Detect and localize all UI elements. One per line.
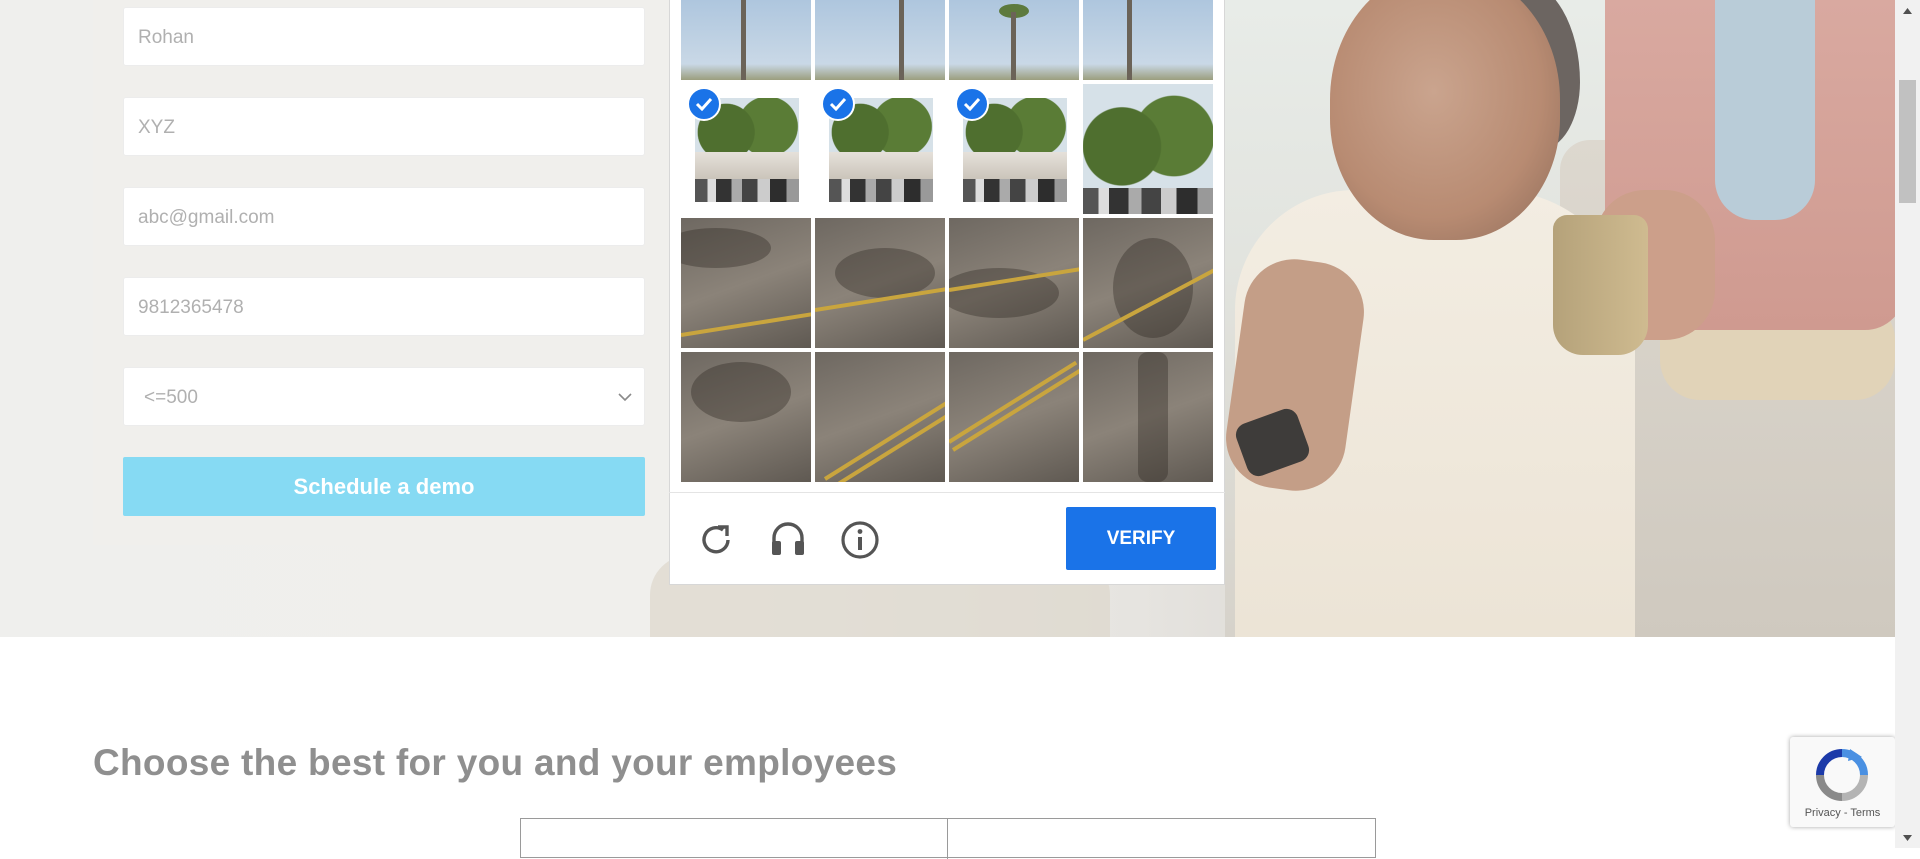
- captcha-tile-9[interactable]: [681, 218, 811, 348]
- employees-select-value: <=500: [144, 387, 198, 408]
- verify-button[interactable]: VERIFY: [1066, 507, 1216, 570]
- captcha-tile-10[interactable]: [815, 218, 945, 348]
- schedule-demo-button[interactable]: Schedule a demo: [123, 457, 645, 516]
- phone-field[interactable]: 9812365478: [123, 277, 645, 336]
- reload-icon[interactable]: [694, 518, 738, 562]
- hero-woman: [1553, 0, 1895, 420]
- captcha-footer-divider: [669, 492, 1225, 493]
- employees-select[interactable]: <=500: [123, 367, 645, 426]
- captcha-tile-8[interactable]: [1083, 84, 1213, 214]
- scroll-down-icon[interactable]: [1899, 829, 1916, 846]
- company-field[interactable]: XYZ: [123, 97, 645, 156]
- captcha-tile-15[interactable]: [949, 352, 1079, 482]
- recaptcha-logo-icon: [1814, 747, 1870, 808]
- pricing-table: [520, 818, 1376, 859]
- tile-selected-check-icon: [955, 87, 989, 121]
- recaptcha-links[interactable]: Privacy - Terms: [1790, 807, 1895, 819]
- headphones-icon[interactable]: [766, 516, 810, 560]
- captcha-tile-4[interactable]: [1083, 0, 1213, 80]
- captcha-tile-16[interactable]: [1083, 352, 1213, 482]
- first-name-field[interactable]: Rohan: [123, 7, 645, 66]
- email-field[interactable]: abc@gmail.com: [123, 187, 645, 246]
- scroll-up-icon[interactable]: [1899, 2, 1916, 19]
- captcha-tile-3[interactable]: [949, 0, 1079, 80]
- captcha-tile-2[interactable]: [815, 0, 945, 80]
- captcha-image-grid: [681, 0, 1215, 482]
- captcha-tile-11[interactable]: [949, 218, 1079, 348]
- captcha-tile-14[interactable]: [815, 352, 945, 482]
- captcha-tile-13[interactable]: [681, 352, 811, 482]
- chevron-down-icon: [616, 368, 634, 427]
- scrollbar-thumb[interactable]: [1899, 80, 1916, 203]
- captcha-tile-12[interactable]: [1083, 218, 1213, 348]
- captcha-tile-1[interactable]: [681, 0, 811, 80]
- tile-selected-check-icon: [687, 87, 721, 121]
- info-icon[interactable]: [838, 518, 882, 562]
- tile-selected-check-icon: [821, 87, 855, 121]
- mug-image: [1553, 215, 1648, 355]
- recaptcha-badge[interactable]: Privacy - Terms: [1790, 737, 1895, 827]
- section-title: Choose the best for you and your employe…: [93, 742, 898, 783]
